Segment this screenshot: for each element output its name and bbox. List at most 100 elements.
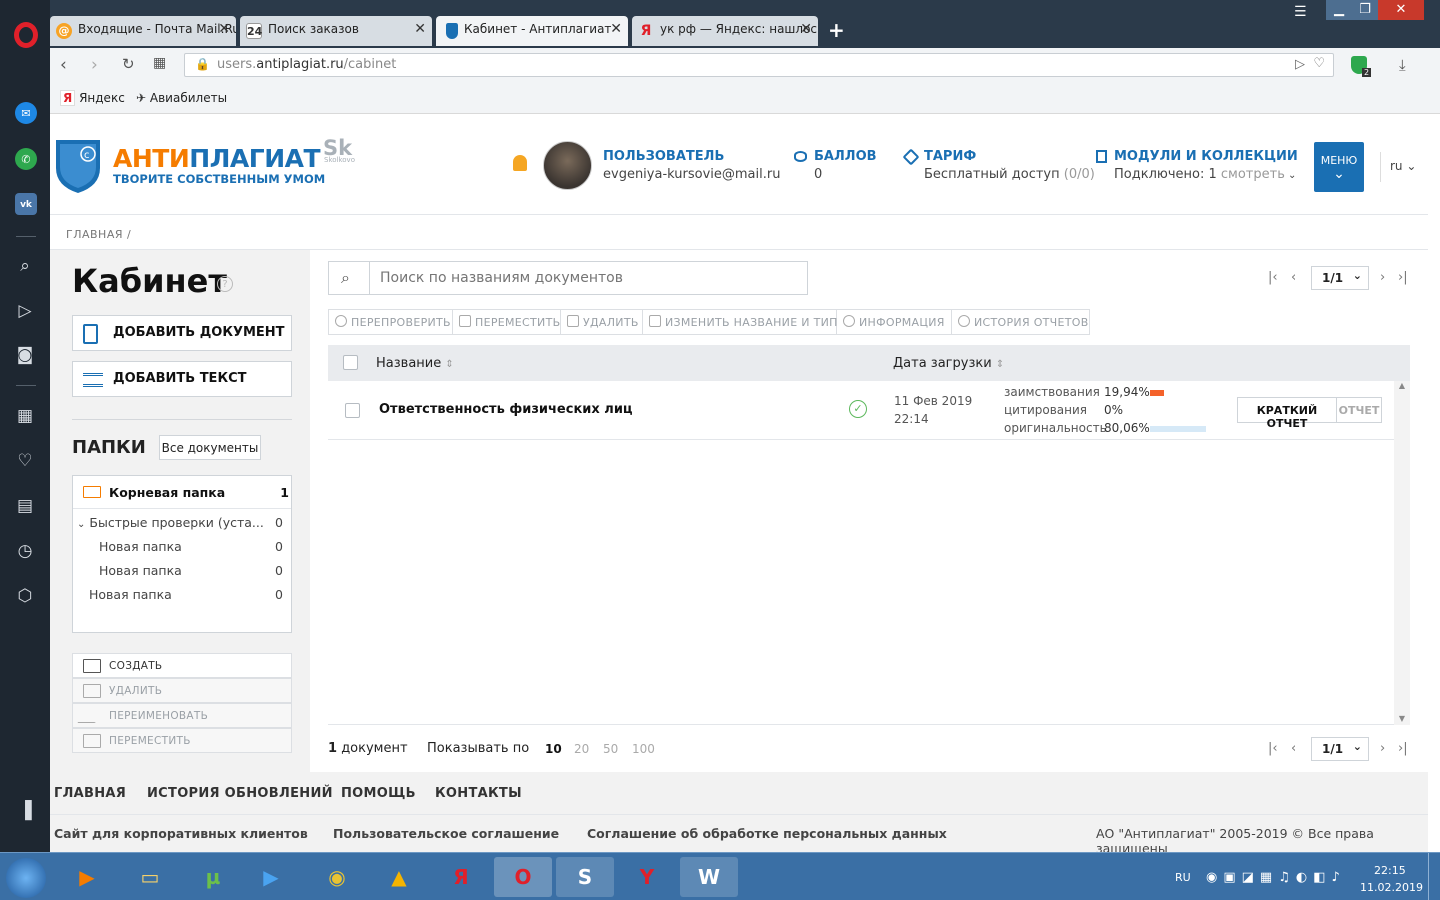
heart-icon[interactable]: ♡ <box>13 449 37 473</box>
url-field[interactable]: 🔒 users.antiplagiat.ru/cabinet ▷ ♡ <box>184 53 1334 77</box>
close-icon[interactable]: ✕ <box>800 21 812 37</box>
row-checkbox[interactable] <box>345 403 360 418</box>
forward-button[interactable]: › <box>91 55 98 75</box>
next-page-button[interactable]: › <box>1380 270 1385 285</box>
modules-value[interactable]: Подключено: 1 смотреть ⌄ <box>1114 167 1296 182</box>
select-all-checkbox[interactable] <box>343 355 358 370</box>
back-button[interactable]: ‹ <box>60 55 67 75</box>
scroll-down-icon[interactable]: ▼ <box>1394 714 1410 723</box>
tab-orders[interactable]: 24 Поиск заказов ✕ <box>240 16 432 46</box>
report-history-button[interactable]: ИСТОРИЯ ОТЧЕТОВ <box>952 310 1090 334</box>
start-button[interactable] <box>6 858 46 898</box>
scrollbar[interactable]: ▲ ▼ <box>1394 381 1410 725</box>
modules-label[interactable]: МОДУЛИ И КОЛЛЕКЦИИ <box>1114 149 1298 164</box>
add-text-button[interactable]: ДОБАВИТЬ ТЕКСТ <box>72 361 292 397</box>
maximize-button[interactable]: ❐ <box>1352 0 1378 20</box>
bookmark-flights[interactable]: ✈ Авиабилеты <box>136 91 227 105</box>
search-icon[interactable]: ⌕ <box>341 268 350 288</box>
close-icon[interactable]: ✕ <box>218 21 230 37</box>
short-report-button[interactable]: КРАТКИЙ ОТЧЕТ <box>1237 397 1337 430</box>
report-button[interactable]: ОТЧЕТ <box>1336 397 1382 423</box>
tab-yandex[interactable]: Я ук рф — Яндекс: нашлось ✕ <box>632 16 818 46</box>
history-icon[interactable]: ◷ <box>13 539 37 563</box>
taskbar-app-icon[interactable]: ▲ <box>370 857 428 897</box>
prev-page-button-bottom[interactable]: ‹ <box>1291 741 1296 756</box>
reload-button[interactable]: ↻ <box>122 55 135 73</box>
close-icon[interactable]: ✕ <box>610 21 622 37</box>
prev-page-button[interactable]: ‹ <box>1291 270 1296 285</box>
tariff-label[interactable]: ТАРИФ <box>924 149 976 164</box>
folder-new-1[interactable]: Новая папка 0 <box>99 539 287 554</box>
taskbar-chrome-icon[interactable]: ◉ <box>308 857 366 897</box>
add-document-button[interactable]: ДОБАВИТЬ ДОКУМЕНТ <box>72 315 292 351</box>
create-folder-button[interactable]: СОЗДАТЬ <box>72 653 292 678</box>
taskbar-utorrent-icon[interactable]: µ <box>184 857 242 897</box>
column-name[interactable]: Название ⇕ <box>376 356 454 371</box>
bell-icon[interactable] <box>513 155 527 171</box>
first-page-button[interactable]: |‹ <box>1268 270 1278 285</box>
delete-document-button[interactable]: УДАЛИТЬ <box>561 310 643 334</box>
user-label[interactable]: ПОЛЬЗОВАТЕЛЬ <box>603 149 724 164</box>
taskbar-yandex-browser-icon[interactable]: Я <box>432 857 490 897</box>
taskbar-media-player-icon[interactable]: ▶ <box>58 857 116 897</box>
antiplagiat-logo-icon[interactable]: c <box>54 136 102 194</box>
folder-root[interactable]: Корневая папка 1 <box>83 485 293 500</box>
tray-date[interactable]: 11.02.2019 <box>1360 881 1423 894</box>
footer-link-corporate[interactable]: Сайт для корпоративных клиентов <box>54 826 308 841</box>
avatar[interactable] <box>543 141 592 190</box>
footer-link-privacy[interactable]: Соглашение об обработке персональных дан… <box>587 826 947 841</box>
taskbar-play-icon[interactable]: ▶ <box>242 857 300 897</box>
bookmark-heart-icon[interactable]: ♡ <box>1313 56 1325 71</box>
points-label[interactable]: БАЛЛОВ <box>814 149 877 164</box>
send-page-icon[interactable]: ▷ <box>1295 57 1305 72</box>
table-row[interactable]: Ответственность физических лиц ✓ 11 Фев … <box>328 381 1394 440</box>
breadcrumb[interactable]: ГЛАВНАЯ / <box>50 216 1428 250</box>
minimize-button[interactable]: ▁ <box>1326 0 1352 20</box>
info-button[interactable]: ИНФОРМАЦИЯ <box>837 310 952 334</box>
first-page-button-bottom[interactable]: |‹ <box>1268 741 1278 756</box>
sidebar-toggle-icon[interactable]: ▐ <box>13 799 37 823</box>
help-icon[interactable]: ? <box>217 276 233 292</box>
column-date[interactable]: Дата загрузки ⇕ <box>893 356 1004 371</box>
page-size-10[interactable]: 10 <box>545 742 562 756</box>
page-size-20[interactable]: 20 <box>574 742 589 756</box>
page-size-100[interactable]: 100 <box>632 742 655 756</box>
messenger-icon[interactable]: ✉ <box>15 102 37 124</box>
last-page-button[interactable]: ›| <box>1398 270 1408 285</box>
opera-logo-icon[interactable] <box>14 22 38 48</box>
page-select[interactable]: 1/1 ⌄ <box>1311 266 1369 290</box>
footer-link-updates[interactable]: ИСТОРИЯ ОБНОВЛЕНИЙ <box>147 786 333 801</box>
taskbar-yandex-icon[interactable]: Y <box>618 857 676 897</box>
menu-button[interactable]: МЕНЮ ⌄ <box>1314 142 1364 192</box>
taskbar-explorer-icon[interactable]: ▭ <box>121 857 179 897</box>
rename-folder-button[interactable]: ПЕРЕИМЕНОВАТЬ <box>72 703 292 728</box>
tab-menu-icon[interactable]: ☰ <box>1294 4 1307 20</box>
speed-dial-icon[interactable]: ▦ <box>13 404 37 428</box>
page-size-50[interactable]: 50 <box>603 742 618 756</box>
vk-icon[interactable]: vk <box>15 193 37 215</box>
folder-new-2[interactable]: Новая папка 0 <box>99 563 287 578</box>
all-documents-button[interactable]: Все документы <box>159 435 261 460</box>
search-input[interactable] <box>369 262 805 294</box>
move-document-button[interactable]: ПЕРЕМЕСТИТЬ <box>453 310 561 334</box>
footer-link-contacts[interactable]: КОНТАКТЫ <box>435 786 522 801</box>
search-icon[interactable]: ⌕ <box>13 254 37 278</box>
language-select[interactable]: ru ⌄ <box>1390 159 1416 173</box>
tray-time[interactable]: 22:15 <box>1374 864 1406 877</box>
news-icon[interactable]: ▤ <box>13 494 37 518</box>
folder-quick-checks[interactable]: ⌄ Быстрые проверки (уста... 0 <box>77 515 287 530</box>
footer-link-agreement[interactable]: Пользовательское соглашение <box>333 826 559 841</box>
delete-folder-button[interactable]: УДАЛИТЬ <box>72 678 292 703</box>
footer-link-help[interactable]: ПОМОЩЬ <box>341 786 416 801</box>
folder-new-3[interactable]: Новая папка 0 <box>89 587 287 602</box>
tray-icons[interactable]: ◉▣◪▦♫◐◧♪ <box>1206 870 1346 885</box>
last-page-button-bottom[interactable]: ›| <box>1398 741 1408 756</box>
recheck-button[interactable]: ПЕРЕПРОВЕРИТЬ <box>329 310 453 334</box>
bookmark-yandex[interactable]: Я Яндекс <box>60 90 125 106</box>
tab-mail[interactable]: @ Входящие - Почта Mail.Ru ✕ <box>50 16 236 46</box>
extensions-icon[interactable]: ⬡ <box>13 584 37 608</box>
page-select-bottom[interactable]: 1/1 ⌄ <box>1311 737 1369 761</box>
download-icon[interactable]: ⤓ <box>1399 56 1406 74</box>
rename-document-button[interactable]: ИЗМЕНИТЬ НАЗВАНИЕ И ТИП <box>643 310 837 334</box>
tabs-grid-icon[interactable]: ▦ <box>153 55 166 71</box>
